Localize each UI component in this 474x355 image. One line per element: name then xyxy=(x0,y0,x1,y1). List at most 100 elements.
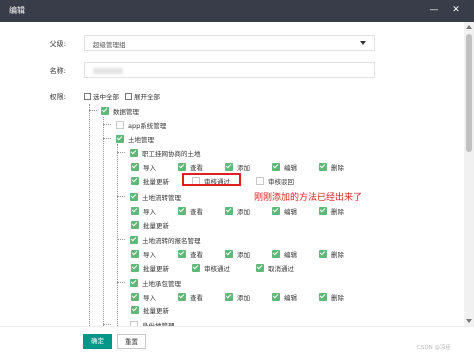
scroll-down-icon[interactable] xyxy=(466,319,472,323)
tree-node-land[interactable]: 土地管理 xyxy=(116,134,154,144)
perm-checkbox[interactable] xyxy=(225,207,233,215)
name-label: 名称: xyxy=(49,67,66,75)
perm-import[interactable]: 导入 xyxy=(131,162,156,172)
perm-checkbox[interactable] xyxy=(256,177,264,185)
close-icon[interactable]: ✕ xyxy=(450,4,462,16)
perm-delete[interactable]: 删除 xyxy=(319,206,344,216)
name-input[interactable] xyxy=(84,62,375,78)
perm-add[interactable]: 添加 xyxy=(225,292,250,302)
perm-edit[interactable]: 编辑 xyxy=(272,206,297,216)
perm-add[interactable]: 添加 xyxy=(225,162,250,172)
tree-node-group2[interactable]: 土地流转管理 xyxy=(130,192,181,202)
node-checkbox[interactable] xyxy=(101,107,109,115)
perm-checkbox[interactable] xyxy=(131,306,139,314)
perm-cancel-approve[interactable]: 取消通过 xyxy=(256,263,294,273)
scroll-up-icon[interactable] xyxy=(466,25,472,29)
perm-batch-update[interactable]: 批量更新 xyxy=(131,220,169,230)
perm-checkbox[interactable] xyxy=(272,207,280,215)
node-checkbox[interactable] xyxy=(116,121,124,129)
perm-checkbox[interactable] xyxy=(178,293,186,301)
perm-delete[interactable]: 删除 xyxy=(319,162,344,172)
tree-node-root[interactable]: 数据管理 xyxy=(101,106,139,116)
tree-connector xyxy=(103,124,111,125)
tree-connector xyxy=(103,324,111,325)
perm-import[interactable]: 导入 xyxy=(131,292,156,302)
perm-batch-update[interactable]: 批量更新 xyxy=(131,176,169,186)
perm-checkbox[interactable] xyxy=(178,250,186,258)
expand-all-box[interactable] xyxy=(125,92,132,100)
tree-node-group1[interactable]: 职工挂网协商的土地 xyxy=(130,148,201,158)
confirm-button[interactable]: 确定 xyxy=(83,334,112,349)
tree-node-group3[interactable]: 土地流转的报名管理 xyxy=(130,235,201,245)
dialog-titlebar: 编辑 — ✕ xyxy=(0,0,474,22)
dialog-title: 编辑 xyxy=(9,6,25,15)
perm-edit[interactable]: 编辑 xyxy=(272,249,297,259)
perm-checkbox[interactable] xyxy=(272,163,280,171)
perm-checkbox[interactable] xyxy=(131,207,139,215)
perm-add[interactable]: 添加 xyxy=(225,249,250,259)
perm-batch-update[interactable]: 批量更新 xyxy=(131,263,169,273)
perm-checkbox[interactable] xyxy=(131,177,139,185)
perm-checkbox[interactable] xyxy=(319,163,327,171)
perm-label: 编辑 xyxy=(284,164,297,172)
perm-checkbox[interactable] xyxy=(272,293,280,301)
perm-label: 添加 xyxy=(237,208,250,216)
tree-connector xyxy=(117,282,125,283)
perm-view[interactable]: 查看 xyxy=(178,162,203,172)
select-all-checkbox[interactable]: 选中全部 xyxy=(84,91,119,101)
perm-import[interactable]: 导入 xyxy=(131,249,156,259)
vertical-scrollbar[interactable] xyxy=(464,22,474,326)
node-label: 土地承包管理 xyxy=(142,280,181,288)
perm-checkbox[interactable] xyxy=(225,163,233,171)
perm-checkbox[interactable] xyxy=(178,207,186,215)
perm-view[interactable]: 查看 xyxy=(178,206,203,216)
tree-node-group4[interactable]: 土地承包管理 xyxy=(130,278,181,288)
highlight-box xyxy=(182,173,241,186)
perm-checkbox[interactable] xyxy=(319,293,327,301)
scrollbar-thumb[interactable] xyxy=(466,34,472,152)
tree-node-app[interactable]: app系统管理 xyxy=(116,120,166,130)
perm-reject[interactable]: 审核驳回 xyxy=(256,176,294,186)
perm-checkbox[interactable] xyxy=(178,163,186,171)
node-checkbox[interactable] xyxy=(130,279,138,287)
tree-connector xyxy=(117,152,125,153)
node-label: 数据管理 xyxy=(113,108,139,116)
perm-delete[interactable]: 删除 xyxy=(319,292,344,302)
expand-all-checkbox[interactable]: 展开全部 xyxy=(125,91,160,101)
perm-checkbox[interactable] xyxy=(192,264,200,272)
perm-checkbox[interactable] xyxy=(225,250,233,258)
perm-checkbox[interactable] xyxy=(131,221,139,229)
perm-label: 添加 xyxy=(237,164,250,172)
perm-approve[interactable]: 审核通过 xyxy=(192,263,230,273)
reset-button[interactable]: 重置 xyxy=(117,334,146,349)
parent-select[interactable]: 超级管理组 xyxy=(84,35,375,51)
perm-delete[interactable]: 删除 xyxy=(319,249,344,259)
perm-add[interactable]: 添加 xyxy=(225,206,250,216)
select-all-box[interactable] xyxy=(84,92,91,100)
perm-label: 导入 xyxy=(143,294,156,302)
perm-checkbox[interactable] xyxy=(272,250,280,258)
perm-checkbox[interactable] xyxy=(319,207,327,215)
perm-label: 添加 xyxy=(237,294,250,302)
perm-edit[interactable]: 编辑 xyxy=(272,162,297,172)
perm-label: 编辑 xyxy=(284,251,297,259)
perm-edit[interactable]: 编辑 xyxy=(272,292,297,302)
node-checkbox[interactable] xyxy=(130,149,138,157)
perm-label: 查看 xyxy=(190,294,203,302)
perm-checkbox[interactable] xyxy=(131,293,139,301)
perm-checkbox[interactable] xyxy=(131,163,139,171)
node-checkbox[interactable] xyxy=(116,135,124,143)
perm-view[interactable]: 查看 xyxy=(178,249,203,259)
perm-import[interactable]: 导入 xyxy=(131,206,156,216)
perm-checkbox[interactable] xyxy=(319,250,327,258)
perm-checkbox[interactable] xyxy=(131,264,139,272)
blurred-name-value xyxy=(93,68,123,74)
perm-checkbox[interactable] xyxy=(256,264,264,272)
node-checkbox[interactable] xyxy=(130,236,138,244)
perm-view[interactable]: 查看 xyxy=(178,292,203,302)
node-checkbox[interactable] xyxy=(130,193,138,201)
perm-checkbox[interactable] xyxy=(131,250,139,258)
perm-checkbox[interactable] xyxy=(225,293,233,301)
perm-batch-update[interactable]: 批量更新 xyxy=(131,305,169,315)
minimize-icon[interactable]: — xyxy=(428,4,440,16)
